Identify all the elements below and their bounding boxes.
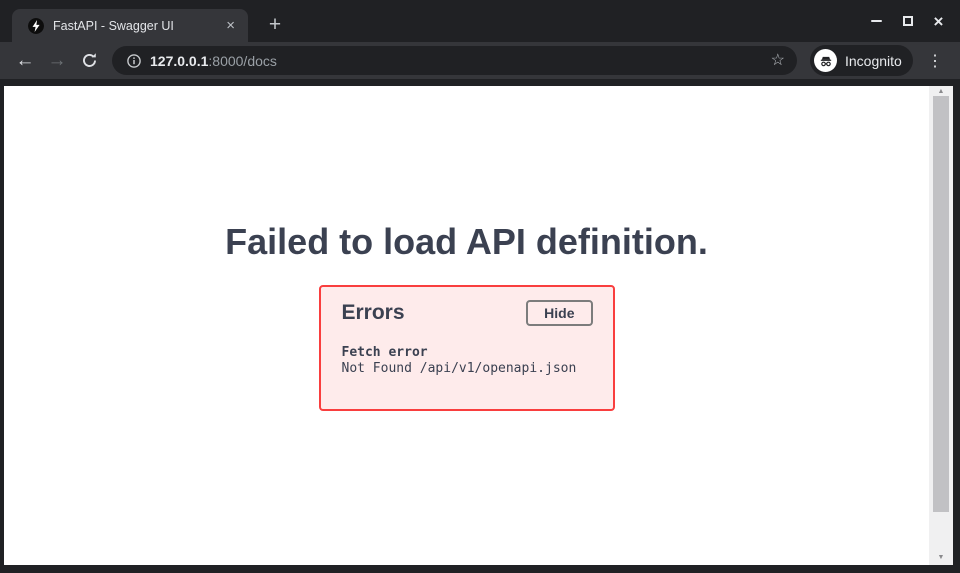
- browser-toolbar: ← → 127.0.0.1:8000/docs ☆: [0, 42, 960, 79]
- maximize-icon: [903, 16, 913, 26]
- incognito-icon: [814, 49, 837, 72]
- fastapi-favicon-icon: [28, 18, 44, 34]
- window-controls: ×: [861, 8, 954, 34]
- site-info-icon[interactable]: [127, 54, 141, 68]
- reload-button[interactable]: [76, 42, 102, 79]
- incognito-label: Incognito: [845, 53, 902, 69]
- hide-errors-button[interactable]: Hide: [526, 300, 592, 326]
- url-host: 127.0.0.1: [150, 53, 208, 69]
- page-title: Failed to load API definition.: [225, 222, 708, 262]
- scroll-down-icon[interactable]: ▼: [929, 552, 953, 564]
- window-title-bar: FastAPI - Swagger UI × + ×: [0, 0, 960, 42]
- address-bar[interactable]: 127.0.0.1:8000/docs ☆: [112, 46, 797, 75]
- bookmark-star-icon[interactable]: ☆: [771, 53, 785, 69]
- errors-panel: Errors Hide Fetch error Not Found /api/v…: [319, 285, 615, 411]
- tab-close-icon[interactable]: ×: [223, 18, 238, 33]
- swagger-ui-root: Failed to load API definition. Errors Hi…: [4, 86, 929, 565]
- reload-icon: [81, 52, 98, 69]
- scrollbar-thumb[interactable]: [933, 96, 949, 512]
- minimize-icon: [871, 20, 882, 22]
- url-text[interactable]: 127.0.0.1:8000/docs: [150, 53, 771, 69]
- error-title: Fetch error: [342, 345, 577, 361]
- error-item: Fetch error Not Found /api/v1/openapi.js…: [342, 345, 577, 377]
- vertical-scrollbar[interactable]: ▲ ▼: [929, 86, 953, 565]
- close-button[interactable]: ×: [923, 8, 954, 34]
- forward-button[interactable]: →: [44, 42, 70, 79]
- page-content: Failed to load API definition. Errors Hi…: [4, 86, 953, 565]
- close-icon: ×: [934, 13, 944, 30]
- back-button[interactable]: ←: [12, 42, 38, 79]
- errors-panel-title: Errors: [342, 301, 405, 325]
- new-tab-button[interactable]: +: [262, 13, 288, 39]
- minimize-button[interactable]: [861, 8, 892, 34]
- tab-title: FastAPI - Swagger UI: [53, 19, 223, 33]
- browser-tab[interactable]: FastAPI - Swagger UI ×: [12, 9, 248, 42]
- incognito-badge: Incognito: [810, 45, 913, 76]
- error-message: Not Found /api/v1/openapi.json: [342, 361, 577, 377]
- browser-menu-icon[interactable]: ⋮: [922, 42, 948, 79]
- url-path: :8000/docs: [208, 53, 277, 69]
- maximize-button[interactable]: [892, 8, 923, 34]
